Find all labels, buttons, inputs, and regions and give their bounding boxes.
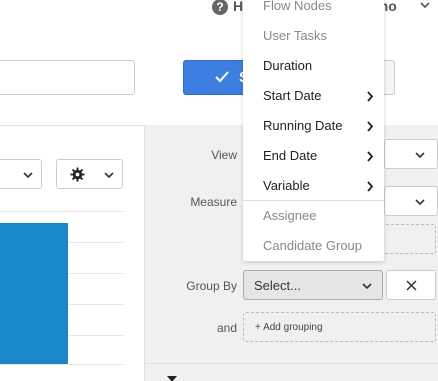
- and-label: and: [216, 321, 237, 335]
- panel-divider: [144, 363, 438, 364]
- menu-item-label: Duration: [263, 58, 313, 73]
- visualization-select[interactable]: [0, 159, 42, 189]
- menu-item-label: Flow Nodes: [263, 0, 332, 13]
- clear-groupby-button[interactable]: [386, 270, 436, 300]
- groupby-dropdown-menu: Flow Nodes User Tasks Duration Start Date Ru…: [243, 0, 384, 261]
- chevron-down-icon: [362, 283, 372, 290]
- chevron-right-icon: [367, 151, 374, 162]
- visualization-panel: [0, 125, 144, 381]
- chevron-right-icon: [367, 91, 374, 102]
- menu-item-label: Variable: [263, 178, 310, 193]
- menu-item[interactable]: Running Date: [243, 111, 384, 141]
- checkmark-icon: [215, 71, 229, 83]
- view-label: View: [211, 148, 237, 162]
- menu-item-label: User Tasks: [263, 28, 328, 43]
- report-name-input[interactable]: [0, 60, 135, 95]
- chevron-down-icon[interactable]: [420, 0, 430, 10]
- menu-item-label: Candidate Group: [263, 238, 363, 253]
- chevron-down-icon: [415, 152, 425, 159]
- menu-separator: [243, 200, 384, 201]
- chevron-down-icon: [415, 199, 425, 206]
- measure-label: Measure: [190, 195, 237, 209]
- measure-select[interactable]: [384, 186, 438, 216]
- menu-item: Assignee: [243, 201, 384, 231]
- groupby-select[interactable]: Select...: [243, 270, 383, 300]
- chevron-right-icon: [367, 121, 374, 132]
- menu-item[interactable]: Duration: [243, 51, 384, 81]
- menu-item-label: Start Date: [263, 88, 322, 103]
- chevron-right-icon: [367, 181, 374, 192]
- menu-item[interactable]: Start Date: [243, 81, 384, 111]
- chart-gridline: [0, 364, 124, 365]
- menu-item: Flow Nodes: [243, 0, 384, 21]
- chevron-down-icon: [104, 172, 114, 179]
- close-icon: [406, 280, 417, 291]
- caret-down-icon[interactable]: [167, 376, 177, 381]
- chart-bar: [0, 223, 68, 364]
- report-edit-view: ? H emo S cel: [0, 0, 438, 381]
- chart-gridline: [0, 211, 124, 212]
- menu-item-label: End Date: [263, 148, 318, 163]
- menu-item-label: Assignee: [263, 208, 317, 223]
- add-grouping-button[interactable]: + Add grouping: [243, 312, 436, 342]
- menu-item-label: Running Date: [263, 118, 343, 133]
- menu-item[interactable]: End Date: [243, 141, 384, 171]
- view-select[interactable]: [384, 139, 438, 169]
- groupby-value: Select...: [254, 278, 301, 293]
- menu-item: User Tasks: [243, 21, 384, 51]
- groupby-label: Group By: [186, 279, 237, 293]
- gear-icon: [70, 167, 85, 182]
- chevron-down-icon: [23, 172, 33, 179]
- chart-settings-button[interactable]: [56, 159, 123, 189]
- help-icon[interactable]: ?: [212, 0, 228, 15]
- menu-item[interactable]: Variable: [243, 171, 384, 201]
- report-chart: [0, 211, 124, 365]
- menu-item: Candidate Group: [243, 231, 384, 261]
- help-label[interactable]: H: [233, 0, 243, 14]
